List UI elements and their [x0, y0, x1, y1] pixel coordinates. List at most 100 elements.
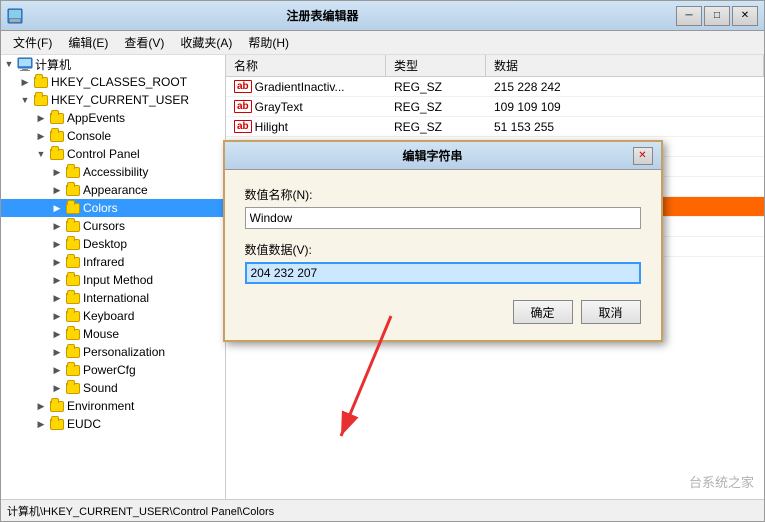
dialog-title: 编辑字符串	[233, 147, 633, 164]
tree-node-environment[interactable]: ▶ Environment	[1, 397, 225, 415]
expander-mouse[interactable]: ▶	[49, 326, 65, 342]
maximize-button[interactable]: □	[704, 6, 730, 26]
dialog-cancel-button[interactable]: 取消	[581, 300, 641, 324]
tree-node-inputmethod[interactable]: ▶ Input Method	[1, 271, 225, 289]
dialog-name-input[interactable]	[245, 207, 641, 229]
tree-node-appevents[interactable]: ▶ AppEvents	[1, 109, 225, 127]
tree-node-console[interactable]: ▶ Console	[1, 127, 225, 145]
menu-file[interactable]: 文件(F)	[5, 32, 60, 53]
tree-node-controlpanel[interactable]: ▼ Control Panel	[1, 145, 225, 163]
tree-node-colors[interactable]: ▶ Colors	[1, 199, 225, 217]
tree-node-computer-label: 计算机	[35, 56, 71, 73]
list-header: 名称 类型 数据	[226, 55, 764, 77]
cell-data-1: 109 109 109	[486, 99, 764, 115]
dialog-name-label: 数值名称(N):	[245, 186, 641, 203]
title-bar: 注册表编辑器 ─ □ ✕	[1, 1, 764, 31]
cell-data-0: 215 228 242	[486, 79, 764, 95]
tree-node-cursors[interactable]: ▶ Cursors	[1, 217, 225, 235]
tree-node-international[interactable]: ▶ International	[1, 289, 225, 307]
tree-node-mouse[interactable]: ▶ Mouse	[1, 325, 225, 343]
expander-cursors[interactable]: ▶	[49, 218, 65, 234]
folder-icon-desktop	[65, 236, 81, 252]
dialog-data-label: 数值数据(V):	[245, 241, 641, 258]
expander-desktop[interactable]: ▶	[49, 236, 65, 252]
menu-favorites[interactable]: 收藏夹(A)	[172, 32, 240, 53]
expander-environment[interactable]: ▶	[33, 398, 49, 414]
expander-colors[interactable]: ▶	[49, 200, 65, 216]
dialog-close-button[interactable]: ✕	[633, 147, 653, 165]
title-bar-buttons: ─ □ ✕	[676, 6, 758, 26]
tree-node-appearance[interactable]: ▶ Appearance	[1, 181, 225, 199]
folder-icon-eudc	[49, 416, 65, 432]
expander-keyboard[interactable]: ▶	[49, 308, 65, 324]
tree-node-sound[interactable]: ▶ Sound	[1, 379, 225, 397]
tree-node-hkcu[interactable]: ▼ HKEY_CURRENT_USER	[1, 91, 225, 109]
expander-accessibility[interactable]: ▶	[49, 164, 65, 180]
expander-sound[interactable]: ▶	[49, 380, 65, 396]
tree-node-desktop[interactable]: ▶ Desktop	[1, 235, 225, 253]
expander-inputmethod[interactable]: ▶	[49, 272, 65, 288]
expander-hkcr[interactable]: ▶	[17, 74, 33, 90]
tree-node-hkcr[interactable]: ▶ HKEY_CLASSES_ROOT	[1, 73, 225, 91]
tree-node-desktop-label: Desktop	[83, 237, 127, 251]
menu-bar: 文件(F) 编辑(E) 查看(V) 收藏夹(A) 帮助(H)	[1, 31, 764, 55]
expander-controlpanel[interactable]: ▼	[33, 146, 49, 162]
cell-name-2: ab Hilight	[226, 119, 386, 135]
folder-icon-personalization	[65, 344, 81, 360]
folder-icon-keyboard	[65, 308, 81, 324]
col-header-data[interactable]: 数据	[486, 55, 764, 76]
cell-type-0: REG_SZ	[386, 79, 486, 95]
folder-icon-appearance	[65, 182, 81, 198]
folder-icon-cursors	[65, 218, 81, 234]
tree-node-infrared[interactable]: ▶ Infrared	[1, 253, 225, 271]
dialog-data-input[interactable]	[245, 262, 641, 284]
expander-powercfg[interactable]: ▶	[49, 362, 65, 378]
tree-node-hkcu-label: HKEY_CURRENT_USER	[51, 93, 189, 107]
reg-sz-icon: ab	[234, 120, 252, 133]
tree-node-appevents-label: AppEvents	[67, 111, 125, 125]
tree-node-controlpanel-label: Control Panel	[67, 147, 140, 161]
tree-node-infrared-label: Infrared	[83, 255, 124, 269]
dialog-ok-button[interactable]: 确定	[513, 300, 573, 324]
list-item[interactable]: ab GrayText REG_SZ 109 109 109	[226, 97, 764, 117]
expander-eudc[interactable]: ▶	[33, 416, 49, 432]
tree-node-console-label: Console	[67, 129, 111, 143]
tree-node-accessibility[interactable]: ▶ Accessibility	[1, 163, 225, 181]
menu-help[interactable]: 帮助(H)	[240, 32, 297, 53]
menu-edit[interactable]: 编辑(E)	[60, 32, 116, 53]
tree-node-eudc[interactable]: ▶ EUDC	[1, 415, 225, 433]
col-header-name[interactable]: 名称	[226, 55, 386, 76]
folder-icon-mouse	[65, 326, 81, 342]
cell-name-0: ab GradientInactiv...	[226, 79, 386, 95]
col-header-type[interactable]: 类型	[386, 55, 486, 76]
expander-international[interactable]: ▶	[49, 290, 65, 306]
reg-sz-icon: ab	[234, 100, 252, 113]
reg-sz-icon: ab	[234, 80, 252, 93]
expander-appearance[interactable]: ▶	[49, 182, 65, 198]
list-item[interactable]: ab Hilight REG_SZ 51 153 255	[226, 117, 764, 137]
folder-icon-international	[65, 290, 81, 306]
folder-icon-inputmethod	[65, 272, 81, 288]
computer-icon	[17, 56, 33, 72]
expander-infrared[interactable]: ▶	[49, 254, 65, 270]
status-text: 计算机\HKEY_CURRENT_USER\Control Panel\Colo…	[7, 503, 274, 519]
tree-node-powercfg[interactable]: ▶ PowerCfg	[1, 361, 225, 379]
expander-console[interactable]: ▶	[33, 128, 49, 144]
expander-appevents[interactable]: ▶	[33, 110, 49, 126]
menu-view[interactable]: 查看(V)	[116, 32, 172, 53]
folder-icon-colors	[65, 200, 81, 216]
folder-icon-hkcr	[33, 74, 49, 90]
folder-icon-appevents	[49, 110, 65, 126]
tree-node-personalization[interactable]: ▶ Personalization	[1, 343, 225, 361]
close-button[interactable]: ✕	[732, 6, 758, 26]
folder-icon-environment	[49, 398, 65, 414]
expander-computer[interactable]: ▼	[1, 56, 17, 72]
tree-node-keyboard[interactable]: ▶ Keyboard	[1, 307, 225, 325]
tree-node-computer[interactable]: ▼ 计算机	[1, 55, 225, 73]
tree-node-international-label: International	[83, 291, 149, 305]
minimize-button[interactable]: ─	[676, 6, 702, 26]
expander-hkcu[interactable]: ▼	[17, 92, 33, 108]
edit-string-dialog: 编辑字符串 ✕ 数值名称(N): 数值数据(V): 确定 取消	[223, 140, 663, 342]
list-item[interactable]: ab GradientInactiv... REG_SZ 215 228 242	[226, 77, 764, 97]
expander-personalization[interactable]: ▶	[49, 344, 65, 360]
